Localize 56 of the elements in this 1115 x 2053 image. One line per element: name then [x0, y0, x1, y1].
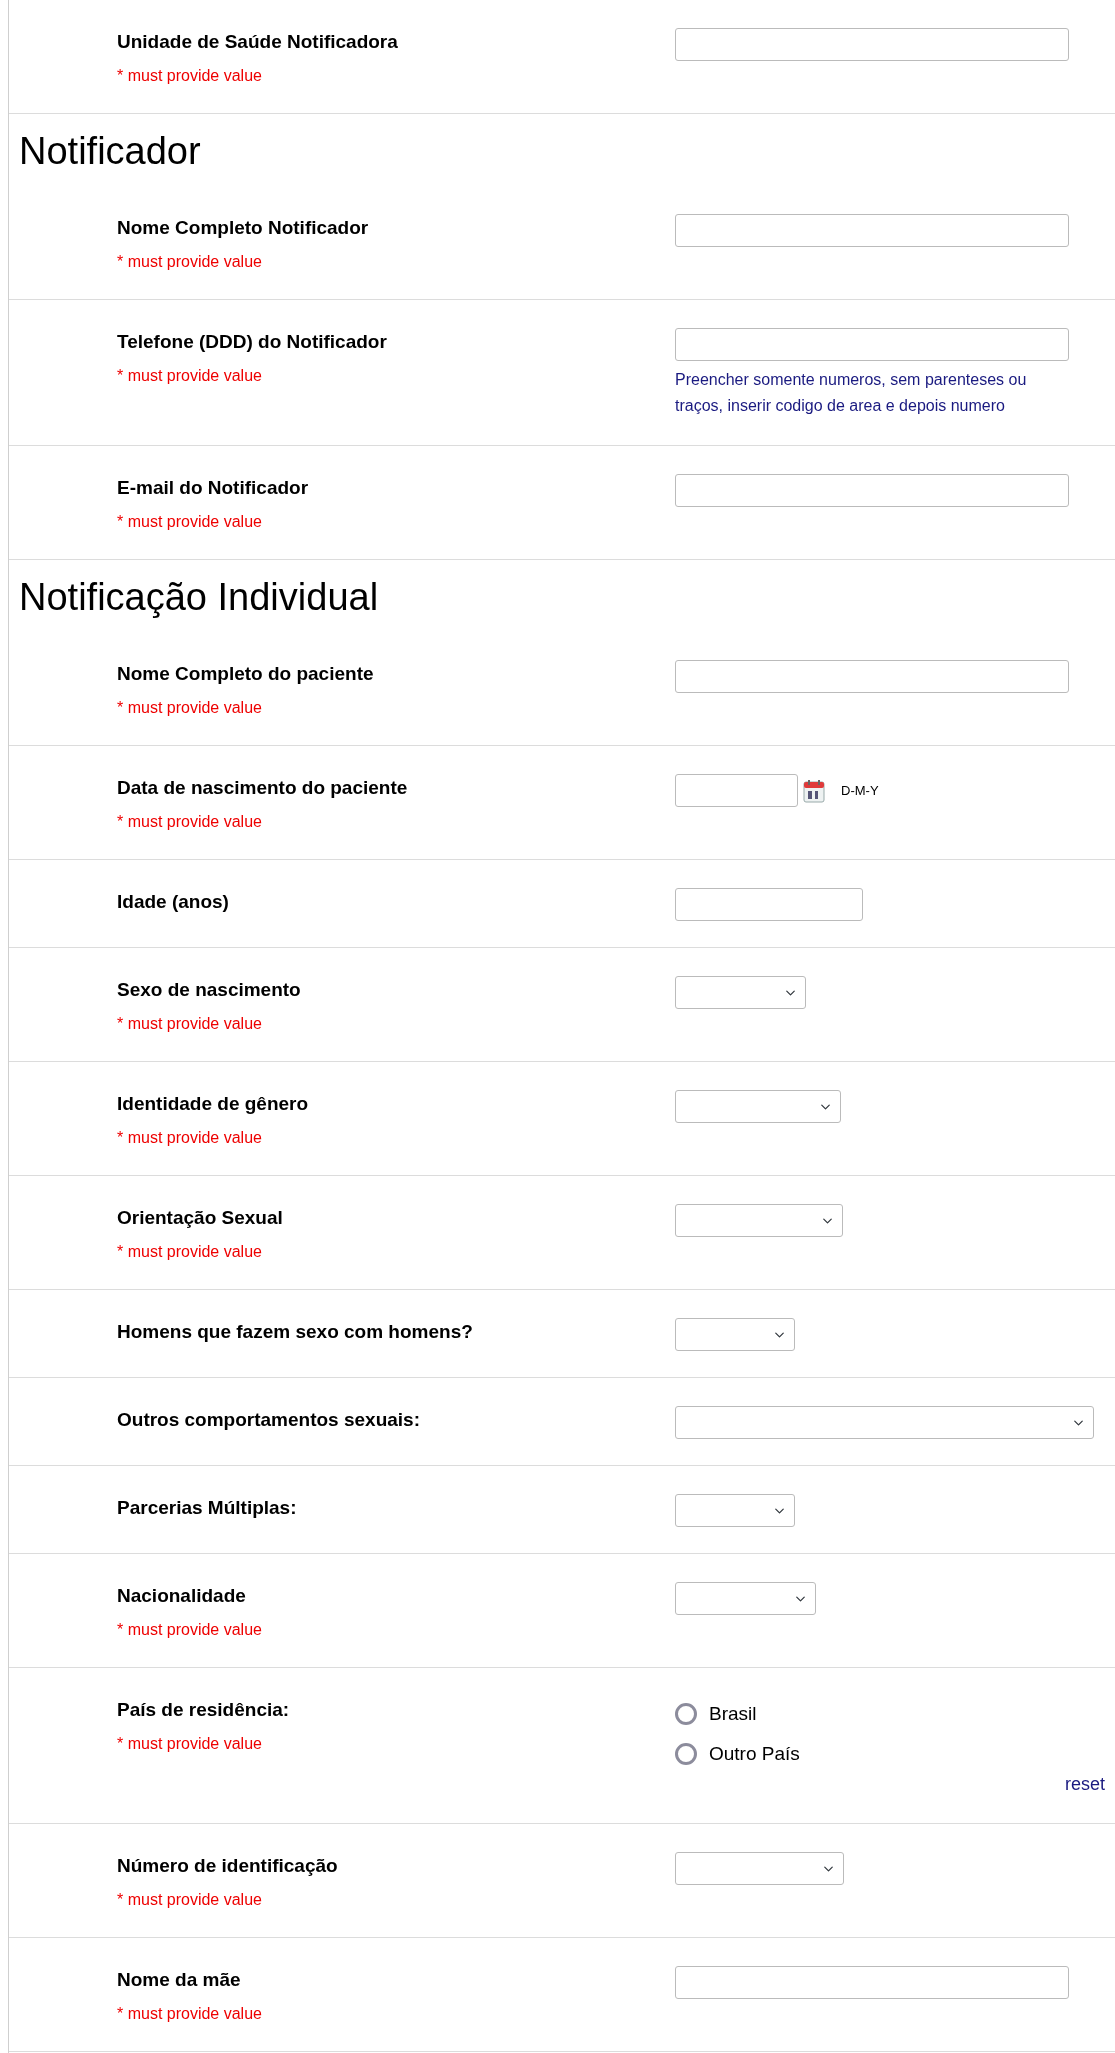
field-label: Outros comportamentos sexuais:	[117, 1408, 422, 1432]
date-field[interactable]	[675, 774, 798, 807]
required-message: * must provide value	[117, 1014, 263, 1034]
radio-button[interactable]	[675, 1743, 697, 1765]
required-message: * must provide value	[117, 1242, 263, 1262]
dropdown[interactable]	[675, 1318, 795, 1351]
date-format-hint: D-M-Y	[841, 781, 879, 800]
field-label: País de residência:	[117, 1698, 291, 1722]
field-label: Parcerias Múltiplas:	[117, 1496, 298, 1520]
dropdown[interactable]	[675, 1406, 1094, 1439]
input-field[interactable]	[675, 328, 1069, 361]
field-label: E-mail do Notificador	[117, 476, 310, 500]
required-message: * must provide value	[117, 66, 263, 86]
radio-label: Outro País	[709, 1742, 800, 1766]
dropdown[interactable]	[675, 976, 806, 1009]
field-label: Identidade de gênero	[117, 1092, 310, 1116]
required-message: * must provide value	[117, 812, 263, 832]
calendar-icon[interactable]	[803, 778, 825, 803]
field-label: Nome da mãe	[117, 1968, 242, 1992]
input-field[interactable]	[675, 1966, 1069, 1999]
input-field[interactable]	[675, 888, 863, 921]
required-message: * must provide value	[117, 698, 263, 718]
radio-button[interactable]	[675, 1703, 697, 1725]
dropdown[interactable]	[675, 1090, 841, 1123]
field-label: Homens que fazem sexo com homens?	[117, 1320, 474, 1344]
required-message: * must provide value	[117, 2004, 263, 2024]
required-message: * must provide value	[117, 1890, 263, 1910]
field-label: Idade (anos)	[117, 890, 230, 914]
input-field[interactable]	[675, 28, 1069, 61]
required-message: * must provide value	[117, 366, 263, 386]
dropdown[interactable]	[675, 1852, 844, 1885]
required-message: * must provide value	[117, 512, 263, 532]
field-label: Nome Completo Notificador	[117, 216, 370, 240]
input-field[interactable]	[675, 474, 1069, 507]
section-heading: Notificação Individual	[18, 575, 380, 620]
reset-link[interactable]: reset	[1064, 1774, 1105, 1794]
section-heading: Notificador	[18, 129, 202, 174]
required-message: * must provide value	[117, 1734, 263, 1754]
dropdown[interactable]	[675, 1204, 843, 1237]
help-text: Preencher somente numeros, sem parenteses ou traços, inserir codigo de area e depois numero	[675, 370, 1028, 416]
required-message: * must provide value	[117, 1128, 263, 1148]
required-message: * must provide value	[117, 252, 263, 272]
dropdown[interactable]	[675, 1582, 816, 1615]
required-message: * must provide value	[117, 1620, 263, 1640]
radio-label: Brasil	[709, 1702, 757, 1726]
input-field[interactable]	[675, 660, 1069, 693]
field-label: Número de identificação	[117, 1854, 339, 1878]
field-label: Telefone (DDD) do Notificador	[117, 330, 388, 354]
field-label: Unidade de Saúde Notificadora	[117, 30, 399, 54]
input-field[interactable]	[675, 214, 1069, 247]
field-label: Nome Completo do paciente	[117, 662, 375, 686]
field-label: Sexo de nascimento	[117, 978, 302, 1002]
field-label: Data de nascimento do paciente	[117, 776, 409, 800]
field-label: Orientação Sexual	[117, 1206, 284, 1230]
dropdown[interactable]	[675, 1494, 795, 1527]
field-label: Nacionalidade	[117, 1584, 247, 1608]
